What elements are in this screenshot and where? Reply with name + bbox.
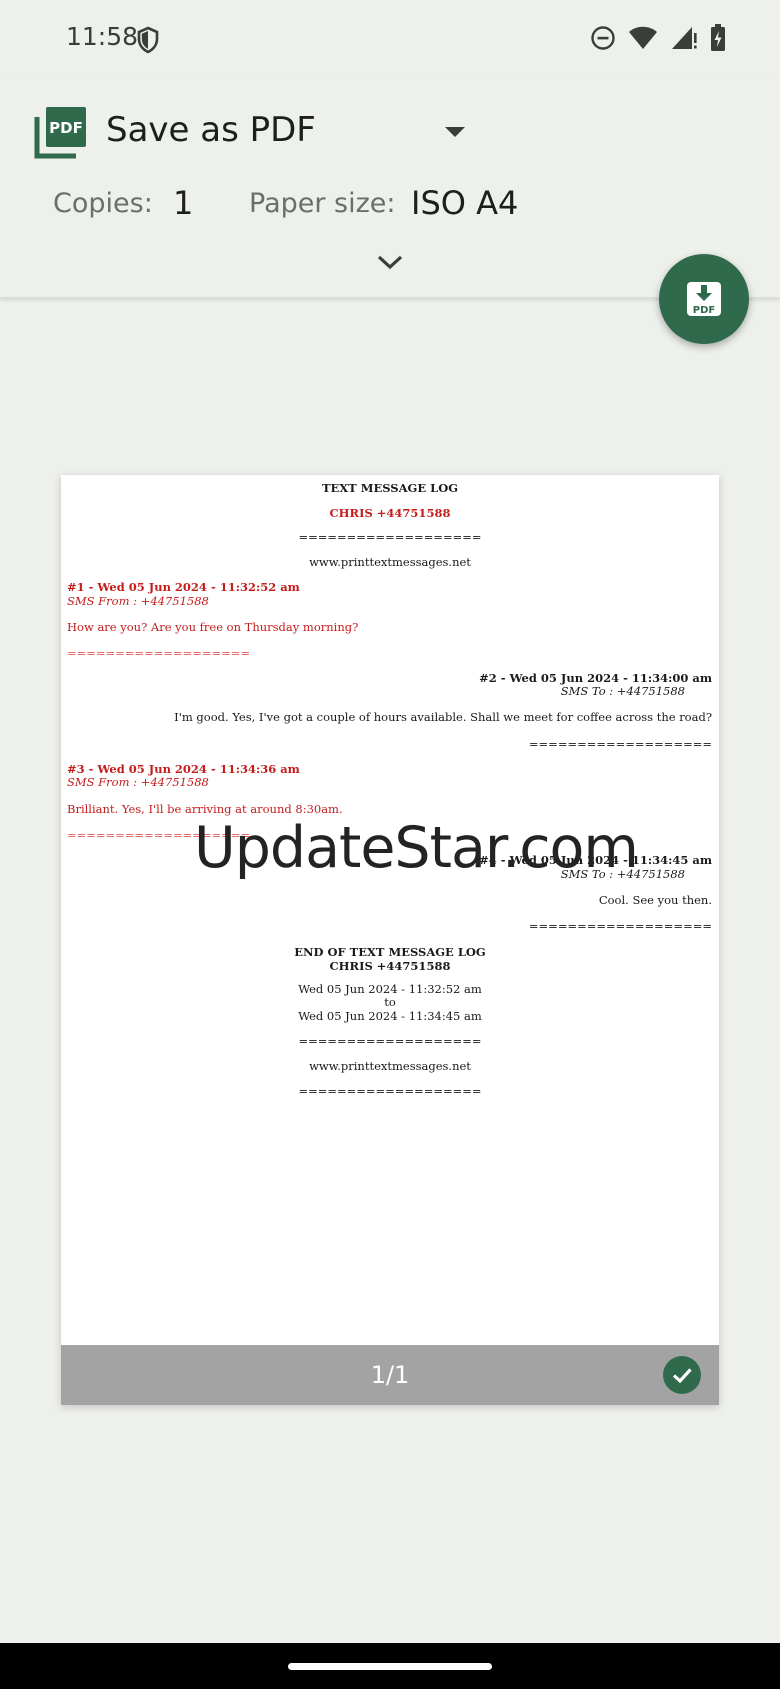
range-start: Wed 05 Jun 2024 - 11:32:52 am [298, 982, 482, 996]
separator-rule: =================== [298, 1034, 482, 1048]
log-website: www.printtextmessages.net [309, 555, 471, 569]
pdf-printer-icon: PDF [34, 107, 86, 159]
range-to: to [384, 995, 396, 1009]
paper-size-label: Paper size: [249, 188, 396, 219]
chevron-down-icon[interactable] [376, 252, 404, 272]
paper-size-value[interactable]: ISO A4 [411, 184, 518, 222]
end-contact: CHRIS +44751588 [329, 959, 451, 973]
separator-rule: =================== [298, 530, 482, 544]
fab-label: PDF [693, 305, 715, 316]
end-website: www.printtextmessages.net [309, 1059, 471, 1073]
dropdown-arrow-icon[interactable] [443, 125, 467, 139]
status-clock: 11:58 [66, 22, 139, 51]
cell-signal-icon [672, 27, 697, 49]
message-body: Cool. See you then. [598, 893, 712, 907]
message-header: #1 - Wed 05 Jun 2024 - 11:32:52 am [67, 580, 300, 594]
range-end: Wed 05 Jun 2024 - 11:34:45 am [298, 1009, 482, 1023]
separator-rule: =================== [528, 919, 712, 933]
navigation-bar [0, 1643, 780, 1689]
page-counter: 1/1 [370, 1361, 410, 1389]
message-body: How are you? Are you free on Thursday mo… [67, 620, 359, 634]
separator-rule: =================== [67, 646, 251, 660]
save-pdf-button[interactable]: PDF [659, 254, 749, 344]
wifi-icon [629, 26, 657, 49]
separator-rule: =================== [298, 1084, 482, 1098]
end-title: END OF TEXT MESSAGE LOG [294, 945, 486, 959]
message-body: I'm good. Yes, I've got a couple of hour… [174, 710, 712, 724]
do-not-disturb-icon [591, 26, 615, 50]
message-direction: SMS From : +44751588 [67, 594, 209, 608]
shield-icon [137, 26, 159, 54]
print-options-panel: PDF Save as PDF Copies: 1 Paper size: IS… [0, 80, 780, 298]
copies-label: Copies: [53, 188, 153, 219]
message-body: Brilliant. Yes, I'll be arriving at arou… [67, 802, 343, 816]
log-contact: CHRIS +44751588 [329, 506, 451, 520]
pdf-download-icon: PDF [687, 282, 721, 316]
separator-rule: =================== [528, 737, 712, 751]
check-icon [672, 1368, 692, 1384]
status-bar: 11:58 [0, 0, 780, 80]
message-header: #3 - Wed 05 Jun 2024 - 11:34:36 am [67, 762, 300, 776]
log-title: TEXT MESSAGE LOG [321, 481, 459, 495]
home-gesture-handle[interactable] [288, 1663, 492, 1670]
message-direction: SMS To : +44751588 [560, 684, 685, 698]
message-direction: SMS From : +44751588 [67, 775, 209, 789]
message-header: #2 - Wed 05 Jun 2024 - 11:34:00 am [479, 671, 712, 685]
pdf-icon-label: PDF [49, 119, 83, 137]
copies-value[interactable]: 1 [173, 184, 193, 222]
page-selected-checkbox[interactable] [663, 1356, 701, 1394]
watermark: UpdateStar.com [194, 815, 639, 881]
page-footer: 1/1 [61, 1345, 719, 1405]
battery-charging-icon [711, 24, 725, 51]
page-preview[interactable]: TEXT MESSAGE LOG CHRIS +44751588 =======… [61, 475, 719, 1405]
printer-select[interactable]: Save as PDF [106, 110, 316, 150]
